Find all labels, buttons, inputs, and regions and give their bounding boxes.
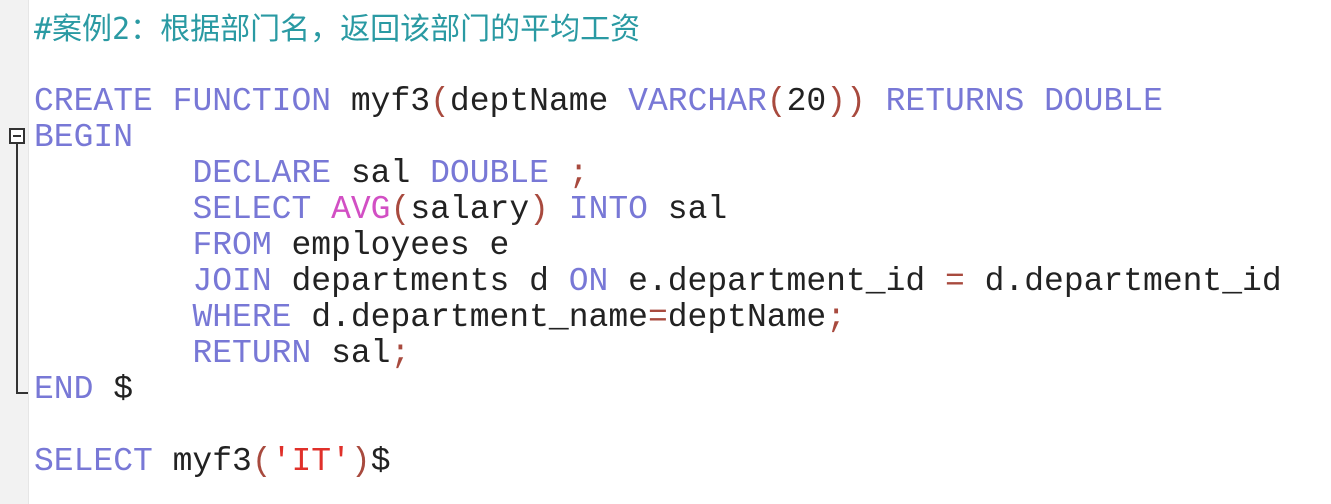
code-token: ( <box>390 191 411 228</box>
code-token: $ <box>93 371 134 408</box>
code-token: d.department_name <box>291 299 648 336</box>
code-token: WHERE <box>192 299 292 336</box>
editor-gutter <box>0 0 29 504</box>
code-token: #案例2：根据部门名，返回该部门的平均工资 <box>34 12 641 47</box>
code-token: ) <box>529 191 549 228</box>
code-token: ON <box>568 263 609 300</box>
code-token: employees e <box>271 227 510 264</box>
code-line[interactable]: RETURN sal; <box>34 336 1282 372</box>
code-line[interactable]: DECLARE sal DOUBLE ; <box>34 156 1282 192</box>
code-token: CREATE <box>34 83 153 120</box>
code-token: ( <box>251 443 272 480</box>
code-token: VARCHAR <box>628 83 767 120</box>
code-line[interactable]: WHERE d.department_name=deptName; <box>34 300 1282 336</box>
code-token: JOIN <box>192 263 272 300</box>
code-line[interactable] <box>34 408 1282 444</box>
code-token: FUNCTION <box>172 83 332 120</box>
code-editor[interactable]: #案例2：根据部门名，返回该部门的平均工资 CREATE FUNCTION myf… <box>34 12 1282 480</box>
fold-guide-line <box>16 144 18 394</box>
code-token: myf3 <box>331 83 431 120</box>
code-line[interactable]: JOIN departments d ON e.department_id = … <box>34 263 1282 300</box>
code-token: INTO <box>568 191 648 228</box>
collapse-block-icon[interactable] <box>9 128 25 144</box>
code-token: $ <box>370 443 391 480</box>
code-token: FROM <box>192 227 272 264</box>
code-line[interactable]: #案例2：根据部门名，返回该部门的平均工资 <box>34 12 1282 48</box>
code-token: ; <box>826 299 846 336</box>
code-token: ( <box>766 83 787 120</box>
code-token: )) <box>826 83 866 120</box>
code-token: = <box>647 299 668 336</box>
code-token: RETURN <box>192 335 312 372</box>
code-token: salary <box>410 191 530 228</box>
code-token: SELECT <box>34 443 153 480</box>
code-token: deptName <box>449 83 629 120</box>
code-token: d.department_id <box>964 263 1282 300</box>
code-line[interactable]: SELECT myf3('IT')$ <box>34 444 1282 480</box>
code-token: = <box>944 263 965 300</box>
code-token: 20 <box>786 83 827 120</box>
fold-guide-end <box>16 392 28 394</box>
code-line[interactable]: BEGIN <box>34 120 1282 156</box>
code-token: DOUBLE <box>1044 83 1163 120</box>
code-token: RETURNS <box>885 83 1025 120</box>
code-token: departments d <box>271 263 569 300</box>
code-line[interactable] <box>34 48 1282 84</box>
code-token: sal <box>311 335 391 372</box>
code-token: ( <box>430 83 450 120</box>
code-token: DECLARE <box>192 155 332 192</box>
code-token: SELECT <box>192 191 312 228</box>
code-token: END <box>34 371 94 408</box>
code-token: sal <box>647 191 728 228</box>
code-token: ; <box>548 155 589 192</box>
code-token: e.department_id <box>608 263 945 300</box>
code-token: 'IT' <box>271 443 351 480</box>
code-token: deptName <box>667 299 827 336</box>
code-line[interactable]: END $ <box>34 372 1282 408</box>
code-line[interactable]: SELECT AVG(salary) INTO sal <box>34 192 1282 228</box>
code-token: AVG <box>331 191 391 228</box>
code-token: ; <box>390 335 411 372</box>
code-token: myf3 <box>152 443 252 480</box>
code-line[interactable]: CREATE FUNCTION myf3(deptName VARCHAR(20… <box>34 84 1282 120</box>
code-token: ) <box>350 443 371 480</box>
code-line[interactable]: FROM employees e <box>34 228 1282 264</box>
code-token: BEGIN <box>34 119 134 156</box>
code-token: DOUBLE <box>430 155 549 192</box>
code-token: sal <box>331 155 431 192</box>
